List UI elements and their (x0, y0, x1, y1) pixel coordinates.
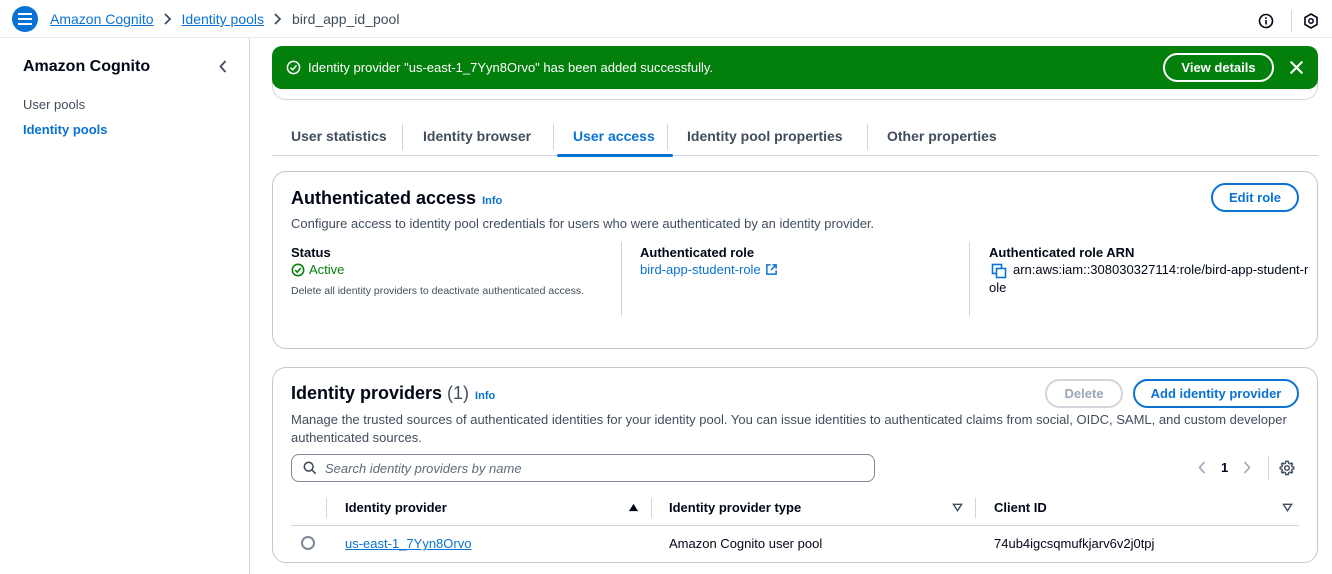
pagination: 1 (1195, 460, 1254, 475)
column-divider (326, 498, 327, 518)
column-divider (621, 242, 622, 316)
sort-icon[interactable] (1282, 502, 1293, 513)
column-divider (975, 498, 976, 518)
search-icon (303, 461, 317, 475)
breadcrumb-current: bird_app_id_pool (292, 11, 400, 27)
authenticated-role-link[interactable]: bird-app-student-role (640, 262, 778, 277)
tab-user-access[interactable]: User access (557, 116, 673, 157)
pager-divider (1268, 456, 1269, 480)
chevron-right-icon (163, 13, 172, 25)
info-link[interactable]: Info (475, 390, 495, 402)
identity-provider-type: Amazon Cognito user pool (669, 536, 823, 551)
tab-other-properties[interactable]: Other properties (887, 116, 997, 156)
status-note: Delete all identity providers to deactiv… (291, 285, 585, 297)
sidebar-item-user-pools[interactable]: User pools (23, 97, 85, 112)
info-circle-icon[interactable] (1257, 12, 1275, 30)
chevron-right-icon (274, 13, 282, 25)
sort-icon[interactable] (952, 502, 963, 513)
tab-divider (667, 124, 668, 150)
provider-count: (1) (447, 383, 470, 403)
delete-button[interactable]: Delete (1045, 379, 1123, 408)
flash-message-text: Identity provider "us-east-1_7Yyn8Orvo" … (308, 60, 713, 75)
add-identity-provider-button[interactable]: Add identity provider (1133, 379, 1299, 408)
breadcrumb-identity-pools[interactable]: Identity pools (182, 11, 265, 27)
hexagon-settings-icon[interactable] (1302, 12, 1320, 30)
success-flash-message: Identity provider "us-east-1_7Yyn8Orvo" … (272, 46, 1318, 89)
view-details-button[interactable]: View details (1163, 53, 1274, 82)
edit-role-button[interactable]: Edit role (1211, 183, 1299, 212)
tab-divider (553, 124, 554, 150)
status-badge: Active (291, 262, 344, 277)
info-link[interactable]: Info (482, 195, 502, 207)
card-title-authenticated-access: Authenticated access Info (291, 188, 502, 209)
search-input[interactable] (325, 460, 845, 476)
authenticated-role-arn-label: Authenticated role ARN (989, 245, 1135, 260)
breadcrumb-amazon-cognito[interactable]: Amazon Cognito (50, 11, 154, 27)
gear-icon[interactable] (1279, 460, 1295, 476)
column-header-identity-provider[interactable]: Identity provider (345, 500, 447, 515)
card-description: Manage the trusted sources of authentica… (291, 412, 1287, 445)
column-header-client-id[interactable]: Client ID (994, 500, 1047, 515)
tab-identity-pool-properties[interactable]: Identity pool properties (687, 116, 843, 156)
card-title-identity-providers: Identity providers (1) Info (291, 383, 495, 404)
close-icon[interactable] (1288, 59, 1305, 76)
menu-icon[interactable] (12, 6, 38, 32)
card-description: Configure access to identity pool creden… (291, 216, 875, 231)
chevron-right-icon[interactable] (1240, 461, 1254, 475)
tab-bar: User statistics Identity browser User ac… (272, 116, 1318, 157)
client-id: 74ub4igcsqmufkjarv6v2j0tpj (994, 536, 1155, 551)
chevron-left-icon[interactable] (215, 58, 231, 74)
authenticated-access-card: Authenticated access Info Edit role Confi… (272, 171, 1318, 349)
column-divider (651, 498, 652, 518)
tab-user-statistics[interactable]: User statistics (291, 116, 387, 156)
table-header: Identity provider Identity provider type… (291, 490, 1299, 526)
page-number[interactable]: 1 (1221, 460, 1228, 475)
chevron-left-icon[interactable] (1195, 461, 1209, 475)
authenticated-role-label: Authenticated role (640, 245, 755, 260)
table-row: us-east-1_7Yyn8Orvo Amazon Cognito user … (291, 526, 1299, 562)
tab-divider (402, 124, 403, 150)
sidenav-title: Amazon Cognito (23, 58, 151, 75)
identity-providers-card: Identity providers (1) Info Delete Add id… (272, 367, 1318, 563)
divider (1291, 10, 1292, 32)
sidebar-item-identity-pools[interactable]: Identity pools (23, 122, 108, 137)
search-field[interactable] (291, 454, 875, 482)
external-link-icon (765, 264, 777, 275)
check-circle-icon (286, 60, 301, 75)
breadcrumb: Amazon Cognito Identity pools bird_app_i… (50, 11, 399, 27)
copy-icon[interactable] (991, 263, 1007, 279)
side-navigation: Amazon Cognito User pools Identity pools (0, 38, 250, 574)
row-select-radio[interactable] (301, 536, 315, 550)
column-divider (969, 242, 970, 316)
tab-divider (867, 124, 868, 150)
card-title-text: Authenticated access (291, 188, 477, 208)
status-value: Active (309, 262, 345, 277)
tab-identity-browser[interactable]: Identity browser (423, 116, 531, 156)
status-label: Status (291, 245, 331, 260)
top-bar: Amazon Cognito Identity pools bird_app_i… (0, 0, 1332, 38)
sort-ascending-icon[interactable] (628, 502, 639, 513)
authenticated-role-value: bird-app-student-role (640, 262, 761, 277)
top-icons (1257, 10, 1320, 32)
column-header-identity-provider-type[interactable]: Identity provider type (669, 500, 801, 515)
authenticated-role-arn-value: arn:aws:iam::308030327114:role/bird-app-… (989, 262, 1309, 295)
card-title-text: Identity providers (291, 383, 443, 403)
identity-provider-link[interactable]: us-east-1_7Yyn8Orvo (345, 536, 471, 551)
check-circle-icon (291, 263, 305, 276)
